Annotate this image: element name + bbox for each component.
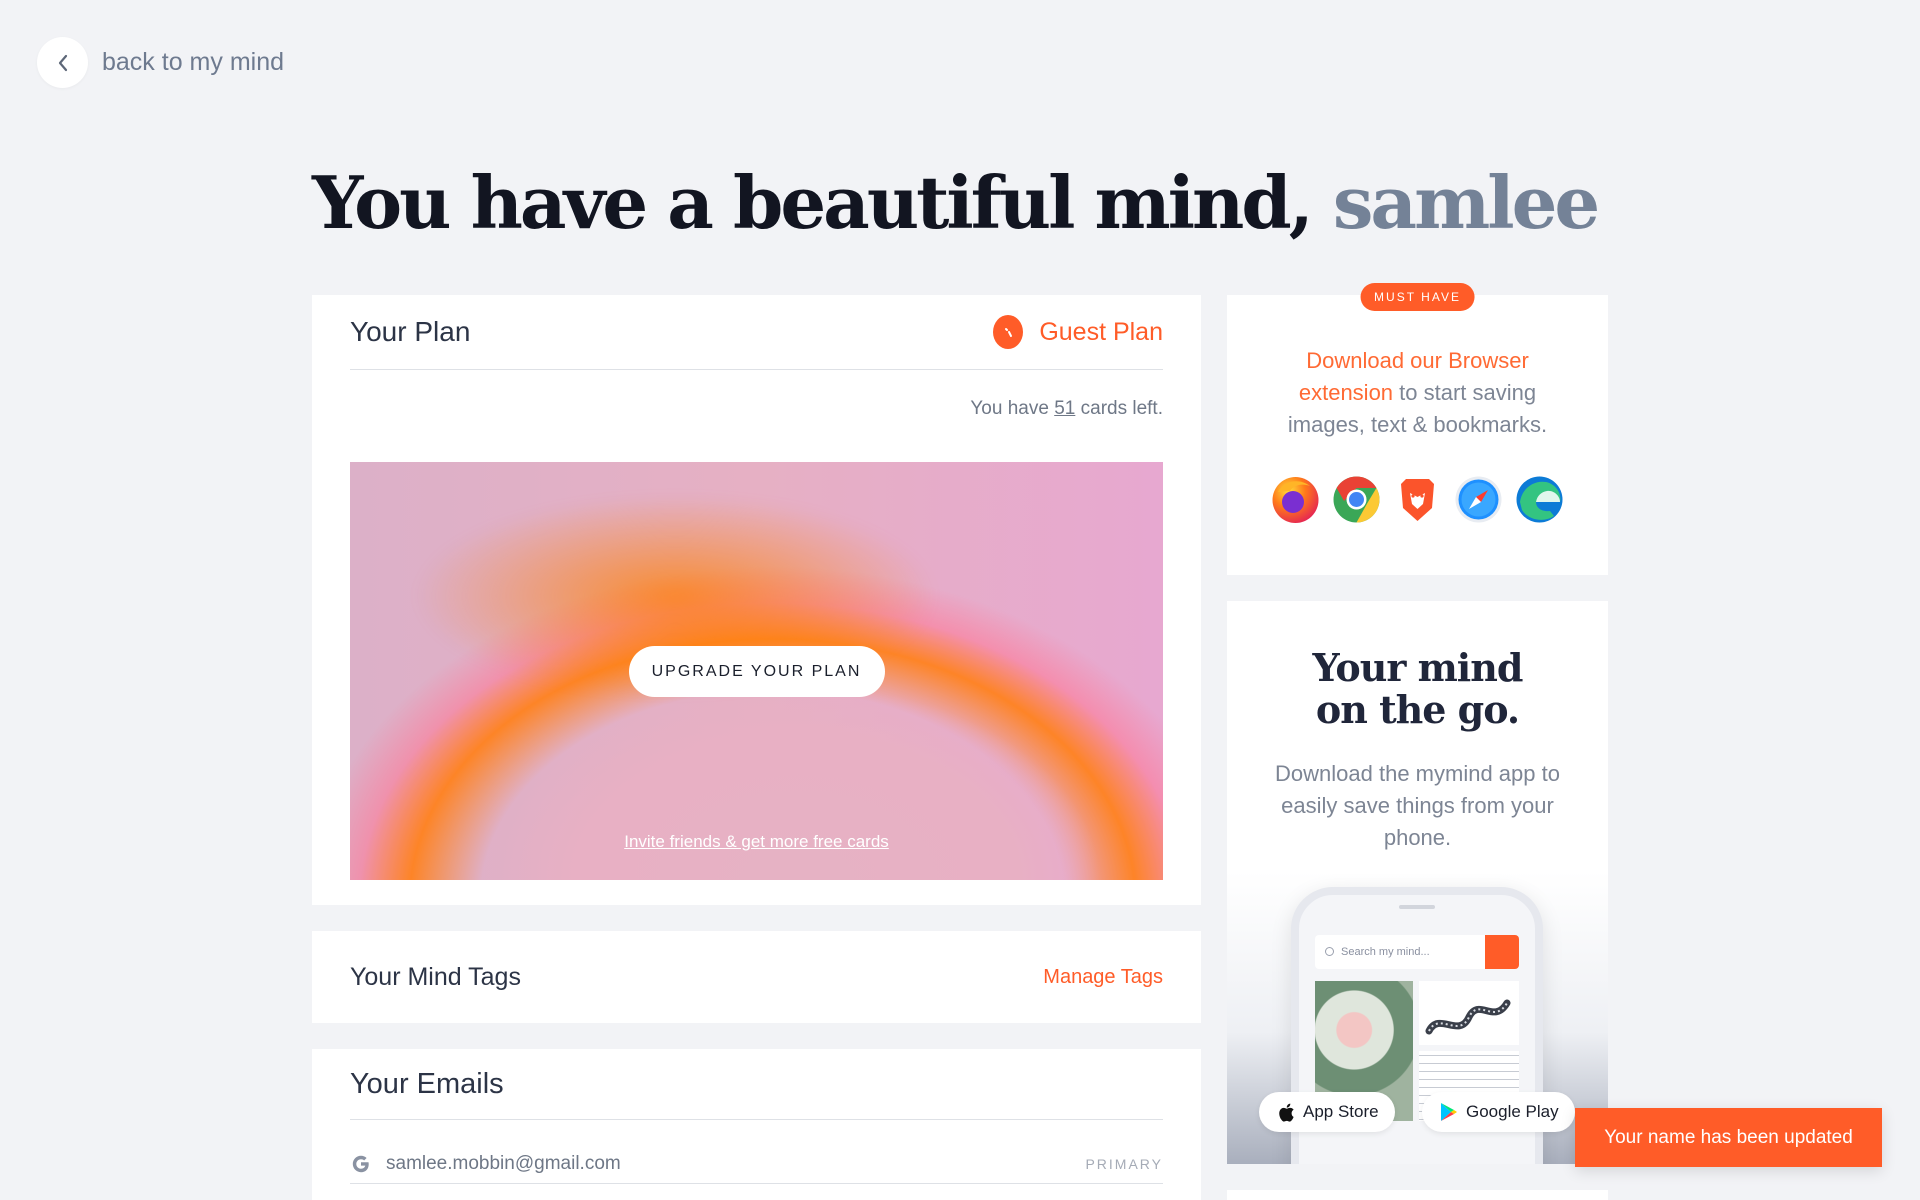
google-icon xyxy=(352,1155,369,1172)
browser-icons xyxy=(1227,474,1608,525)
apple-icon xyxy=(1279,1103,1294,1122)
email-address: samlee.mobbin@gmail.com xyxy=(386,1152,621,1174)
app-store-label: App Store xyxy=(1303,1102,1379,1121)
email-row: samlee.mobbin@gmail.com PRIMARY xyxy=(350,1144,1163,1184)
plan-badge: Guest Plan xyxy=(993,315,1163,349)
cards-left-count: 51 xyxy=(1054,398,1076,419)
mobile-app-card: Your mind on the go. Download the mymind… xyxy=(1227,601,1608,1164)
emails-title: Your Emails xyxy=(350,1067,504,1100)
plan-header: Your Plan Guest Plan xyxy=(350,295,1163,370)
plan-name: Guest Plan xyxy=(1039,317,1163,346)
plan-card: Your Plan Guest Plan You have 51 cards l… xyxy=(312,295,1201,905)
phone-cloud-button xyxy=(1485,935,1519,969)
phone-search-placeholder: Search my mind... xyxy=(1341,946,1430,958)
phone-notch xyxy=(1399,905,1435,909)
phone-snake-image xyxy=(1419,981,1519,1045)
mind-tags-row: Your Mind Tags Manage Tags xyxy=(350,931,1163,1023)
mind-tags-title: Your Mind Tags xyxy=(350,962,521,991)
browser-extension-card: MUST HAVE Download our Browser extension… xyxy=(1227,283,1608,575)
page-title-prefix: You have a beautiful mind, xyxy=(312,160,1314,245)
emails-header: Your Emails xyxy=(350,1049,1163,1120)
invite-friends-link[interactable]: Invite friends & get more free cards xyxy=(350,832,1163,852)
plan-title: Your Plan xyxy=(350,316,471,347)
page-title: You have a beautiful mind, samlee xyxy=(312,160,1600,245)
emails-card: Your Emails samlee.mobbin@gmail.com PRIM… xyxy=(312,1049,1201,1200)
google-play-icon xyxy=(1441,1103,1457,1121)
google-play-label: Google Play xyxy=(1466,1102,1559,1121)
mobile-title-line2: on the go. xyxy=(1315,687,1520,732)
firefox-icon[interactable] xyxy=(1270,474,1321,525)
primary-badge: PRIMARY xyxy=(1085,1155,1163,1172)
app-store-button[interactable]: App Store xyxy=(1259,1092,1395,1132)
extension-description: Download our Browser extension to start … xyxy=(1267,345,1568,441)
mobile-app-title: Your mind on the go. xyxy=(1227,647,1608,731)
mind-tags-card: Your Mind Tags Manage Tags xyxy=(312,931,1201,1023)
google-play-button[interactable]: Google Play xyxy=(1422,1092,1575,1132)
back-label[interactable]: back to my mind xyxy=(102,48,284,77)
mobile-title-line1: Your mind xyxy=(1312,645,1524,690)
plan-aura-banner: UPGRADE YOUR PLAN Invite friends & get m… xyxy=(350,462,1163,880)
back-to-mind-link[interactable]: back to my mind xyxy=(37,37,284,88)
upgrade-plan-button[interactable]: UPGRADE YOUR PLAN xyxy=(628,646,885,697)
cards-left-text: You have 51 cards left. xyxy=(970,398,1163,420)
safari-icon[interactable] xyxy=(1453,474,1504,525)
cards-left-suffix: cards left. xyxy=(1075,398,1163,419)
manage-tags-link[interactable]: Manage Tags xyxy=(1043,966,1163,989)
next-card-edge xyxy=(1227,1190,1608,1200)
phone-search-icon xyxy=(1325,947,1334,956)
toast-notification: Your name has been updated xyxy=(1575,1108,1882,1167)
mobile-app-subtitle: Download the mymind app to easily save t… xyxy=(1275,761,1560,850)
edge-icon[interactable] xyxy=(1514,474,1565,525)
phone-search-bar: Search my mind... xyxy=(1315,935,1519,969)
username: samlee xyxy=(1332,160,1600,245)
back-button[interactable] xyxy=(37,37,88,88)
guest-plan-icon xyxy=(993,315,1024,349)
brave-icon[interactable] xyxy=(1392,474,1443,525)
cards-left-prefix: You have xyxy=(970,398,1055,419)
chrome-icon[interactable] xyxy=(1331,474,1382,525)
must-have-badge: MUST HAVE xyxy=(1360,283,1475,311)
chevron-left-icon xyxy=(58,54,67,71)
